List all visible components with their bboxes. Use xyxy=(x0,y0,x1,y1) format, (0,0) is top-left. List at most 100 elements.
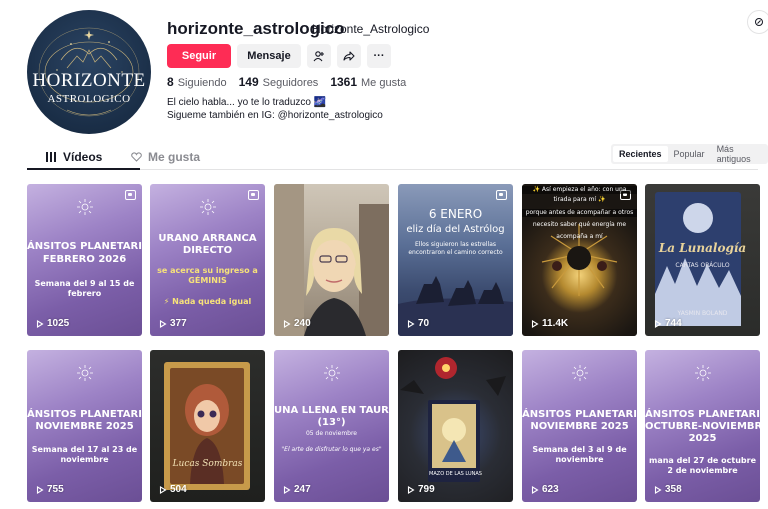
view-count: 755 xyxy=(36,484,64,495)
video-title-2: eliz día del Astrólog xyxy=(406,224,505,235)
video-title-2: NOVIEMBRE 2025 xyxy=(530,421,629,432)
sun-icon xyxy=(76,199,93,215)
view-count: 799 xyxy=(407,484,435,495)
tarot-spread-thumbnail xyxy=(541,224,618,296)
sun-icon xyxy=(199,199,216,215)
video-card[interactable]: UNA LLENA EN TAURO (13°) 05 de noviembre… xyxy=(274,350,389,502)
profile-avatar[interactable]: HORIZONTE ASTROLOGICO xyxy=(27,10,151,134)
add-friend-button[interactable] xyxy=(307,44,331,68)
play-icon xyxy=(283,319,291,328)
video-subtitle-2: 2 de noviembre xyxy=(667,466,738,475)
play-icon xyxy=(407,319,415,328)
sort-oldest[interactable]: Más antiguos xyxy=(711,144,766,164)
video-subtitle: CARTAS ORÁCULO xyxy=(675,262,730,269)
video-card[interactable]: ÁNSITOS PLANETARI NOVIEMBRE 2025 Semana … xyxy=(522,350,637,502)
message-button[interactable]: Mensaje xyxy=(237,44,301,68)
grid-icon xyxy=(46,152,56,162)
sort-popular[interactable]: Popular xyxy=(668,146,711,162)
video-title: MAZO DE LAS LUNAS xyxy=(429,471,482,477)
video-card[interactable]: URANO ARRANCA DIRECTO se acerca su ingre… xyxy=(150,184,265,336)
video-author: YASMIN BOLAND xyxy=(677,310,728,317)
view-count: 240 xyxy=(283,318,311,329)
sort-selector: Recientes Popular Más antiguos xyxy=(611,144,768,164)
share-profile-button[interactable] xyxy=(747,10,768,34)
following-stat[interactable]: 8 Siguiendo xyxy=(167,75,227,89)
video-card[interactable]: 6 ENERO eliz día del Astrólog Ellos sigu… xyxy=(398,184,513,336)
video-subtitle-2: noviembre xyxy=(60,455,109,464)
follow-button[interactable]: Seguir xyxy=(167,44,231,68)
view-count: 11.4K xyxy=(531,318,568,329)
video-caption-3: porque antes de acompañar a otros xyxy=(522,209,637,217)
video-title: Lucas Sombras xyxy=(172,459,243,469)
tarot-card-thumbnail xyxy=(164,362,250,490)
video-subtitle-2: febrero xyxy=(67,289,102,298)
view-count: 1025 xyxy=(36,318,69,329)
video-title-2: NOVIEMBRE 2025 xyxy=(35,421,134,432)
video-subtitle-3: ⚡ Nada queda igual xyxy=(163,297,252,306)
profile-stats: 8 Siguiendo 149 Seguidores 1361 Me gusta xyxy=(167,75,406,89)
play-icon xyxy=(531,485,539,494)
play-icon xyxy=(654,485,662,494)
avatar-title: HORIZONTE xyxy=(32,70,146,91)
sort-recent[interactable]: Recientes xyxy=(613,146,668,162)
tab-videos[interactable]: Vídeos xyxy=(46,150,102,164)
likes-stat: 1361 Me gusta xyxy=(330,75,407,89)
pinned-icon xyxy=(125,190,136,200)
sun-icon xyxy=(571,365,588,381)
video-subtitle: Semana del 9 al 15 de xyxy=(34,279,135,288)
video-subtitle-2: noviembre xyxy=(555,455,604,464)
video-title: ÁNSITOS PLANETARI xyxy=(522,409,637,420)
video-card[interactable]: La Lunalogía CARTAS ORÁCULO YASMIN BOLAN… xyxy=(645,184,760,336)
share-icon xyxy=(343,51,355,61)
play-icon xyxy=(283,485,291,494)
video-card[interactable]: ÁNSITOS PLANETARI NOVIEMBRE 2025 Semana … xyxy=(27,350,142,502)
video-caption-5: acompaña a mí xyxy=(556,233,603,240)
video-card[interactable]: 240 xyxy=(274,184,389,336)
more-options-button[interactable]: ··· xyxy=(367,44,391,68)
play-icon xyxy=(531,319,539,328)
followers-stat[interactable]: 149 Seguidores xyxy=(239,75,319,89)
sun-icon xyxy=(694,365,711,381)
video-quote: "El arte de disfrutar lo que ya es" xyxy=(281,446,382,453)
altar-thumbnail xyxy=(400,357,506,482)
video-title: 6 ENERO xyxy=(428,207,483,221)
video-subtitle-2: GÉMINIS xyxy=(188,276,227,285)
video-subtitle: Semana del 17 al 23 de xyxy=(31,445,138,454)
share-button[interactable] xyxy=(337,44,361,68)
view-count: 744 xyxy=(654,318,682,329)
video-caption: ✨ Así empieza el año: con una xyxy=(522,186,637,194)
active-tab-indicator xyxy=(27,168,140,170)
video-title-2: (13°) xyxy=(317,417,346,428)
play-icon xyxy=(407,485,415,494)
video-card[interactable]: Lucas Sombras 504 xyxy=(150,350,265,502)
video-title: UNA LLENA EN TAURO xyxy=(274,405,389,416)
video-card[interactable]: ÁNSITOS PLANETARI OCTUBRE-NOVIEMBRE 2025… xyxy=(645,350,760,502)
play-icon xyxy=(36,319,44,328)
avatar-subtitle: ASTROLOGICO xyxy=(47,93,131,105)
bio-line-2: Sigueme también en IG: @horizonte_astrol… xyxy=(167,110,383,121)
view-count: 504 xyxy=(159,484,187,495)
view-count: 70 xyxy=(407,318,429,329)
video-card[interactable]: ✨ Así empieza el año: con una tirada par… xyxy=(522,184,637,336)
sun-icon xyxy=(76,365,93,381)
bio-line-1: El cielo habla... yo te lo traduzco 🌌 xyxy=(167,97,327,108)
video-card[interactable]: ÁNSITOS PLANETARI FEBRERO 2026 Semana de… xyxy=(27,184,142,336)
add-user-icon xyxy=(313,51,324,62)
video-title: ÁNSITOS PLANETARI xyxy=(27,409,142,420)
sun-icon xyxy=(323,365,340,381)
video-subtitle-2: encontraron el camino correcto xyxy=(408,249,503,256)
video-caption-2: tirada para mí ✨ xyxy=(553,196,606,203)
person-thumbnail xyxy=(274,184,389,336)
video-title-2: OCTUBRE-NOVIEMBRE xyxy=(645,421,760,432)
video-caption-4: necesito saber qué energía me xyxy=(532,221,627,228)
video-title-2: DIRECTO xyxy=(182,245,233,256)
play-icon xyxy=(159,485,167,494)
video-subtitle: Ellos siguieron las estrellas xyxy=(414,241,497,248)
video-title: ÁNSITOS PLANETARI xyxy=(645,409,760,420)
view-count: 247 xyxy=(283,484,311,495)
heart-outline-icon xyxy=(131,152,142,162)
tab-likes[interactable]: Me gusta xyxy=(131,150,200,164)
video-title: La Lunalogía xyxy=(658,241,747,255)
video-card[interactable]: MAZO DE LAS LUNAS 799 xyxy=(398,350,513,502)
view-count: 358 xyxy=(654,484,682,495)
